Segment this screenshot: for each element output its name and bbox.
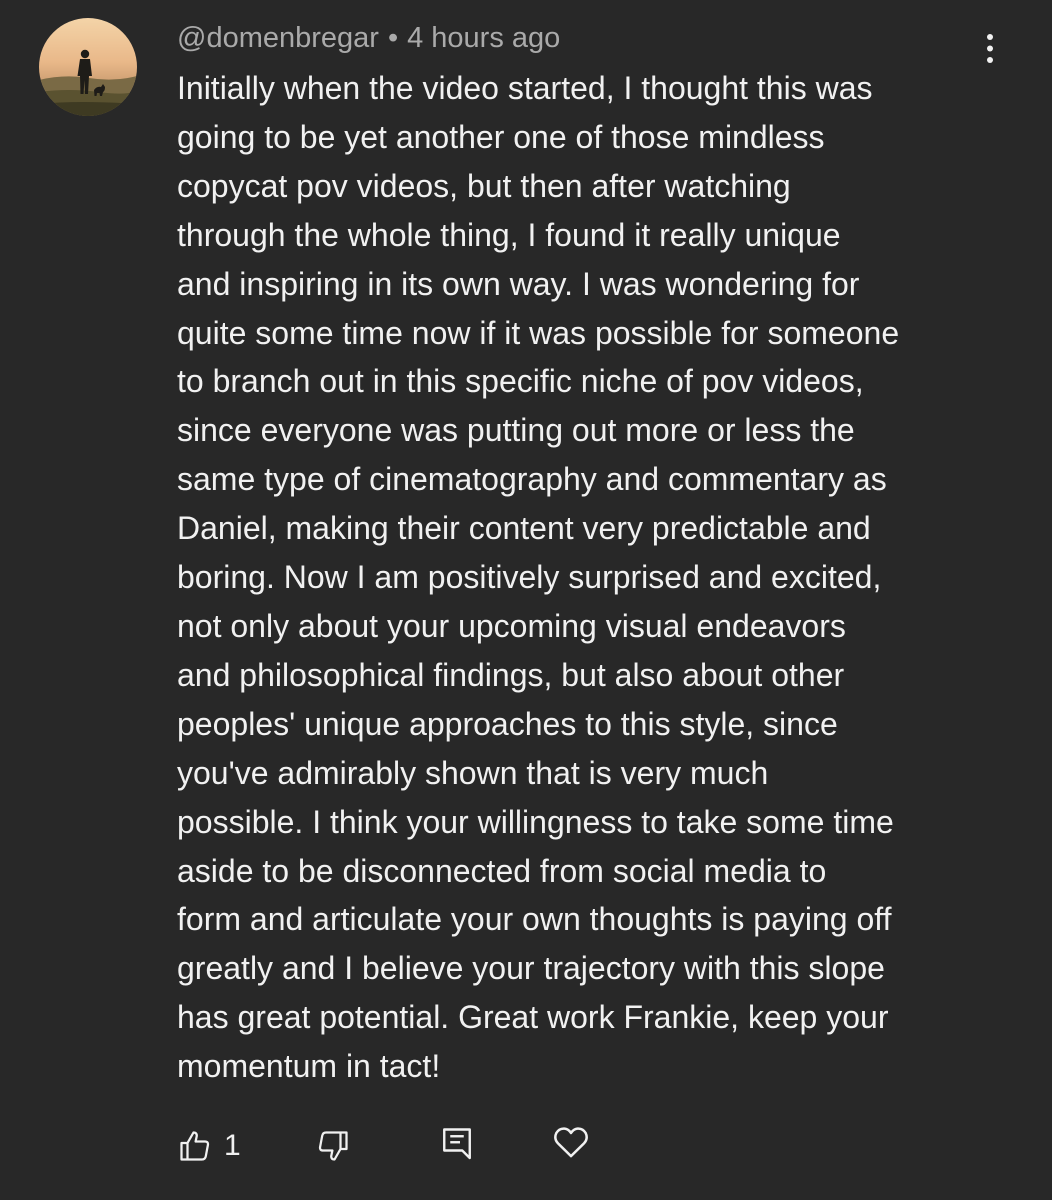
like-count: 1 bbox=[224, 1129, 241, 1162]
comment-text-line: Daniel, making their content very predic… bbox=[177, 510, 871, 547]
comment-text-line: momentum in tact! bbox=[177, 1048, 441, 1085]
comment-text-line: you've admirably shown that is very much bbox=[177, 754, 769, 791]
avatar[interactable] bbox=[39, 18, 137, 116]
thumbs-down-icon bbox=[318, 1131, 348, 1161]
comment-text-line: form and articulate your own thoughts is… bbox=[177, 901, 892, 938]
comment-text-line: quite some time now if it was possible f… bbox=[177, 314, 900, 351]
dislike-button[interactable] bbox=[315, 1122, 355, 1170]
comment-text-line: has great potential. Great work Frankie,… bbox=[177, 999, 889, 1036]
comment-text-line: and inspiring in its own way. I was wond… bbox=[177, 265, 860, 302]
comment-text: Initially when the video started, I thou… bbox=[177, 64, 997, 1091]
comment-text-line: boring. Now I am positively surprised an… bbox=[177, 559, 882, 596]
heart-icon bbox=[554, 1127, 588, 1158]
thumbs-up-icon bbox=[180, 1131, 210, 1161]
avatar-image bbox=[39, 18, 137, 116]
comment-text-line: since everyone was putting out more or l… bbox=[177, 412, 855, 449]
separator-dot: • bbox=[387, 22, 399, 54]
comment-item: @domenbregar • 4 hours ago Initially when … bbox=[0, 0, 1052, 1200]
comment-timestamp[interactable]: 4 hours ago bbox=[407, 22, 560, 54]
comment-text-line: through the whole thing, I found it real… bbox=[177, 216, 841, 253]
comment-text-line: possible. I think your willingness to ta… bbox=[177, 803, 894, 840]
comment-text-line: going to be yet another one of those min… bbox=[177, 118, 825, 155]
comment-text-line: copycat pov videos, but then after watch… bbox=[177, 167, 791, 204]
comment-text-line: same type of cinematography and commenta… bbox=[177, 461, 887, 498]
comment-text-line: Initially when the video started, I thou… bbox=[177, 70, 873, 106]
author-name[interactable]: @domenbregar bbox=[177, 22, 379, 54]
heart-button[interactable] bbox=[551, 1122, 595, 1170]
more-vertical-icon bbox=[987, 34, 993, 63]
reply-comment-icon bbox=[443, 1128, 471, 1160]
comment-text-line: peoples' unique approaches to this style… bbox=[177, 705, 838, 742]
comment-header: @domenbregar • 4 hours ago bbox=[177, 20, 560, 56]
like-button[interactable]: 1 bbox=[177, 1122, 257, 1170]
comment-text-line: to branch out in this specific niche of … bbox=[177, 363, 864, 400]
comment-text-line: greatly and I believe your trajectory wi… bbox=[177, 950, 885, 987]
comment-text-line: and philosophical findings, but also abo… bbox=[177, 656, 845, 693]
comment-text-line: aside to be disconnected from social med… bbox=[177, 852, 827, 889]
reply-button[interactable] bbox=[439, 1122, 479, 1170]
more-options-button[interactable] bbox=[970, 28, 1010, 68]
comment-text-line: not only about your upcoming visual ende… bbox=[177, 607, 846, 644]
